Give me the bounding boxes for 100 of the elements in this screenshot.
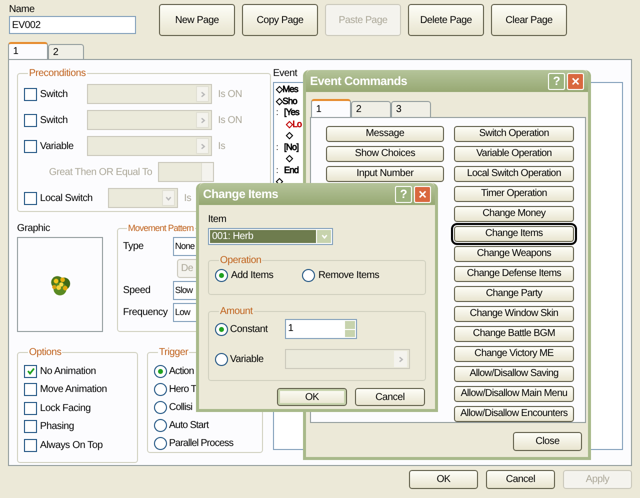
checkbox[interactable] <box>24 420 37 434</box>
checkbox-label: Lock Facing <box>40 402 91 416</box>
list-line[interactable]: ◇ <box>286 130 292 142</box>
checkbox[interactable] <box>24 364 37 378</box>
radio-button[interactable] <box>154 364 167 378</box>
checkbox-label: Phasing <box>40 420 74 434</box>
number-field[interactable] <box>158 162 214 182</box>
page-button[interactable]: Delete Page <box>408 4 484 36</box>
field-label: Speed <box>123 284 152 298</box>
command-button[interactable]: Change Victory ME <box>454 346 574 362</box>
command-button[interactable]: Change Items <box>454 226 574 242</box>
list-line[interactable]: ◇Mes <box>276 84 298 96</box>
checkbox[interactable] <box>24 140 37 152</box>
command-button[interactable]: Change Weapons <box>454 246 574 262</box>
checkbox[interactable] <box>24 438 37 452</box>
checkbox[interactable] <box>24 114 37 126</box>
list-line[interactable]: ◇ <box>286 153 292 164</box>
group-title: Options <box>28 346 62 360</box>
group-title: Preconditions <box>28 67 87 81</box>
page-button[interactable]: Clear Page <box>491 4 567 36</box>
dialog-button[interactable]: Cancel <box>355 388 425 406</box>
command-button[interactable]: Change Money <box>454 206 574 222</box>
command-button[interactable]: Message <box>326 126 444 142</box>
checkbox[interactable] <box>24 192 37 204</box>
field-label: Item <box>208 213 226 226</box>
close-button[interactable]: × <box>414 186 431 202</box>
checkbox-label: Switch <box>40 114 69 128</box>
condition-text: Is <box>218 140 226 154</box>
checkbox[interactable] <box>24 402 37 415</box>
list-line[interactable]: [No] <box>284 142 299 153</box>
group-title: Amount <box>219 305 254 319</box>
radio-label: Add Items <box>231 269 274 283</box>
list-line[interactable]: ◇Sho <box>276 96 298 107</box>
chevron-icon <box>198 142 207 150</box>
command-button[interactable]: Switch Operation <box>454 126 574 142</box>
radio-button[interactable] <box>154 382 167 396</box>
condition-text: Is ON <box>218 114 242 128</box>
condition-text: Is ON <box>218 88 242 102</box>
radio-label: Remove Items <box>318 269 380 283</box>
tab[interactable]: 1 <box>8 42 48 59</box>
command-button[interactable]: Variable Operation <box>454 146 574 162</box>
name-field[interactable]: EV002 <box>9 16 136 34</box>
checkbox-label: Always On Top <box>40 438 103 453</box>
command-button[interactable]: Timer Operation <box>454 186 574 202</box>
checkbox[interactable] <box>24 383 37 396</box>
checkbox-label: No Animation <box>40 364 96 379</box>
checkbox[interactable] <box>24 88 37 100</box>
checkbox-label: Variable <box>40 140 75 154</box>
radio-button[interactable] <box>154 400 167 414</box>
dropdown[interactable]: 001: Herb <box>208 228 333 245</box>
command-button[interactable]: Allow/Disallow Encounters <box>454 406 574 422</box>
dialog-button[interactable]: Cancel <box>486 470 555 489</box>
command-button[interactable]: Change Party <box>454 286 574 302</box>
field-label: Great Then OR Equal To <box>49 166 152 180</box>
chevron-icon <box>164 194 173 202</box>
command-button[interactable]: Change Defense Items <box>454 266 574 282</box>
radio-label: Auto Start <box>169 418 208 432</box>
close-button[interactable]: × <box>567 72 584 90</box>
command-button[interactable]: Change Battle BGM <box>454 326 574 342</box>
list-marker: : <box>276 142 280 153</box>
page-button[interactable]: New Page <box>159 4 235 36</box>
radio-button[interactable] <box>154 436 167 450</box>
tab[interactable]: 2 <box>48 44 84 59</box>
radio-button[interactable] <box>154 418 167 432</box>
checkbox-label: Switch <box>40 88 69 102</box>
list-line[interactable]: [Yes <box>284 107 300 118</box>
tab[interactable]: 1 <box>311 99 351 117</box>
command-button[interactable]: Allow/Disallow Saving <box>454 366 574 382</box>
list-line[interactable]: End <box>284 164 299 176</box>
graphic-preview[interactable] <box>17 237 103 332</box>
command-button[interactable]: Input Number <box>326 166 444 182</box>
command-button[interactable]: Change Window Skin <box>454 306 574 322</box>
radio-button[interactable] <box>215 269 228 282</box>
list-line[interactable]: ◇Lo <box>286 118 302 130</box>
field-label: Type <box>123 240 144 254</box>
group-title: Movement Pattern <box>127 222 195 235</box>
chevron-icon <box>198 116 207 124</box>
radio-label: Variable <box>230 352 265 366</box>
command-button[interactable]: Allow/Disallow Main Menu <box>454 386 574 402</box>
window-title: Change Items <box>203 186 280 203</box>
close-button[interactable]: Close <box>513 432 582 451</box>
radio-label: Hero T <box>169 382 196 396</box>
list-marker: : <box>276 164 280 176</box>
dialog-button[interactable]: OK <box>277 388 347 406</box>
radio-label: Action <box>169 364 194 378</box>
command-button[interactable]: Local Switch Operation <box>454 166 574 182</box>
checkbox-label: Local Switch <box>40 192 94 206</box>
field-label: Graphic <box>17 222 51 235</box>
page-button[interactable]: Copy Page <box>242 4 318 36</box>
chevron-icon <box>198 90 207 98</box>
radio-label: Collisi <box>169 400 192 414</box>
tab[interactable]: 3 <box>391 101 431 117</box>
group-title: Operation <box>219 254 262 268</box>
radio-button[interactable] <box>302 269 316 282</box>
radio-button[interactable] <box>215 352 228 366</box>
number-field[interactable]: 1 <box>285 319 357 339</box>
tab[interactable]: 2 <box>351 101 391 117</box>
dialog-button[interactable]: OK <box>409 470 478 489</box>
radio-button[interactable] <box>215 322 228 336</box>
command-button[interactable]: Show Choices <box>326 146 444 162</box>
